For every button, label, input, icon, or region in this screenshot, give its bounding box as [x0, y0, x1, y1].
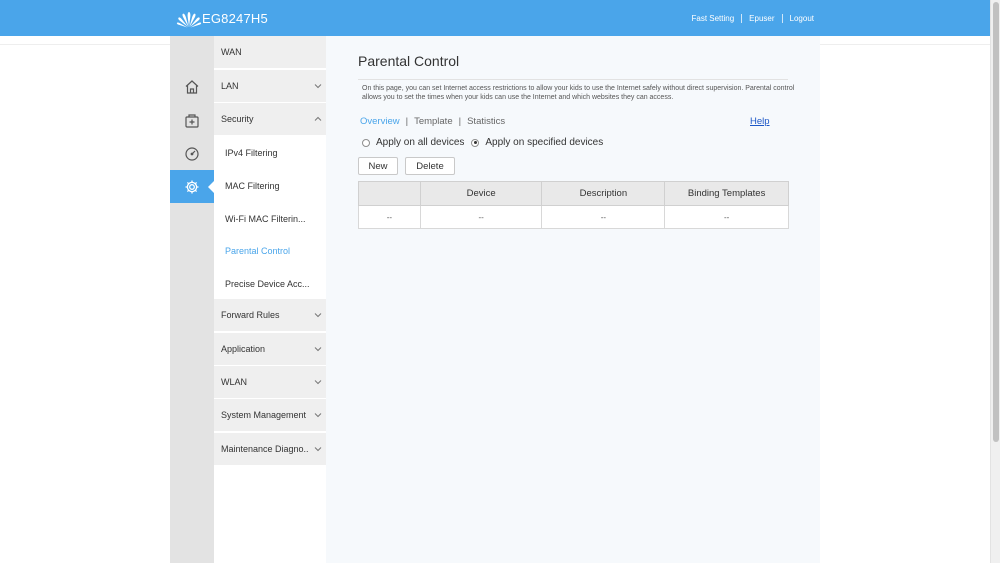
menu-maintenance-diagnosis[interactable]: Maintenance Diagno.. — [214, 433, 326, 466]
menu-system-management[interactable]: System Management — [214, 399, 326, 432]
huawei-logo-icon — [176, 12, 202, 28]
menu-label: LAN — [221, 81, 239, 91]
radio-label: Apply on specified devices — [485, 137, 604, 148]
top-header: EG8247H5 Fast Setting Epuser Logout — [0, 0, 990, 36]
tab-overview[interactable]: Overview — [360, 116, 400, 127]
chevron-down-icon — [314, 380, 322, 385]
apply-mode-group: Apply on all devices Apply on specified … — [362, 137, 610, 148]
category-icon-bar — [170, 36, 215, 563]
device-model: EG8247H5 — [202, 11, 268, 26]
link-divider — [781, 14, 783, 23]
menu-label: WLAN — [221, 377, 248, 387]
logout-link[interactable]: Logout — [790, 14, 814, 23]
submenu-wifi-mac-filtering[interactable]: Wi-Fi MAC Filterin... — [214, 202, 326, 235]
submenu-parental-control[interactable]: Parental Control — [214, 234, 326, 267]
delete-button[interactable]: Delete — [405, 157, 455, 175]
menu-lan[interactable]: LAN — [214, 70, 326, 103]
column-header-description: Description — [541, 181, 666, 206]
help-link[interactable]: Help — [750, 116, 770, 127]
chevron-down-icon — [314, 84, 322, 89]
submenu-ipv4-filtering[interactable]: IPv4 Filtering — [214, 136, 326, 169]
chevron-down-icon — [314, 347, 322, 352]
home-icon — [185, 79, 199, 94]
menu-filler — [214, 466, 326, 563]
fast-setting-link[interactable]: Fast Setting — [691, 14, 734, 23]
radio-apply-all[interactable]: Apply on all devices — [362, 137, 464, 148]
advanced-settings-nav-button[interactable] — [170, 170, 215, 203]
network-device-icon — [185, 113, 199, 128]
title-divider — [358, 79, 788, 80]
page-description: On this page, you can set Internet acces… — [362, 85, 795, 101]
page-title: Parental Control — [358, 53, 460, 69]
table-header-row: Device Description Binding Templates — [358, 181, 789, 206]
radio-button[interactable] — [362, 138, 370, 147]
submenu-precise-device-access[interactable]: Precise Device Acc... — [214, 267, 326, 300]
settings-menu: WAN LAN Security IPv4 Filtering MAC Filt… — [214, 36, 326, 466]
home-nav-button[interactable] — [170, 70, 214, 103]
main-panel: Parental Control On this page, you can s… — [326, 36, 820, 563]
tab-template[interactable]: Template — [414, 116, 453, 127]
page-scrollbar[interactable] — [990, 0, 1000, 563]
menu-label: WAN — [221, 47, 242, 57]
tab-bar: Overview | Template | Statistics — [360, 116, 505, 127]
submenu-mac-filtering[interactable]: MAC Filtering — [214, 169, 326, 202]
chevron-down-icon — [314, 413, 322, 418]
tab-statistics[interactable]: Statistics — [467, 116, 505, 127]
background-rule — [0, 44, 170, 45]
menu-application[interactable]: Application — [214, 333, 326, 366]
parental-control-table: Device Description Binding Templates -- … — [358, 181, 789, 229]
device-nav-button[interactable] — [170, 104, 214, 137]
top-links: Fast Setting Epuser Logout — [691, 14, 814, 23]
chevron-down-icon — [314, 313, 322, 318]
menu-wlan[interactable]: WLAN — [214, 366, 326, 399]
chevron-up-icon — [314, 116, 322, 121]
menu-label: Maintenance Diagno.. — [221, 444, 309, 454]
column-header-device: Device — [419, 181, 543, 206]
radio-apply-specified[interactable]: Apply on specified devices — [471, 137, 603, 148]
menu-wan[interactable]: WAN — [214, 36, 326, 69]
diagnostics-icon — [185, 146, 199, 161]
tab-separator: | — [458, 116, 462, 127]
new-button[interactable]: New — [358, 157, 398, 175]
background-rule — [820, 44, 990, 45]
gear-icon — [185, 180, 199, 193]
chevron-down-icon — [314, 447, 322, 452]
radio-button-selected[interactable] — [471, 138, 480, 147]
user-link[interactable]: Epuser — [749, 14, 774, 23]
table-cell: -- — [419, 205, 543, 229]
radio-label: Apply on all devices — [376, 137, 465, 148]
menu-label: System Management — [221, 410, 307, 420]
column-header-select — [358, 181, 421, 206]
tab-separator: | — [405, 116, 409, 127]
table-cell: -- — [664, 205, 789, 229]
menu-forward-rules[interactable]: Forward Rules — [214, 299, 326, 332]
table-row[interactable]: -- -- -- -- — [358, 205, 789, 229]
menu-label: Application — [221, 344, 266, 354]
menu-security[interactable]: Security — [214, 103, 326, 136]
diagnostics-nav-button[interactable] — [170, 137, 214, 170]
scrollbar-thumb[interactable] — [993, 2, 999, 442]
link-divider — [741, 14, 743, 23]
menu-label: Forward Rules — [221, 310, 280, 320]
table-cell: -- — [541, 205, 666, 229]
menu-label: Security — [221, 114, 254, 124]
table-cell: -- — [358, 205, 421, 229]
column-header-binding-templates: Binding Templates — [664, 181, 789, 206]
